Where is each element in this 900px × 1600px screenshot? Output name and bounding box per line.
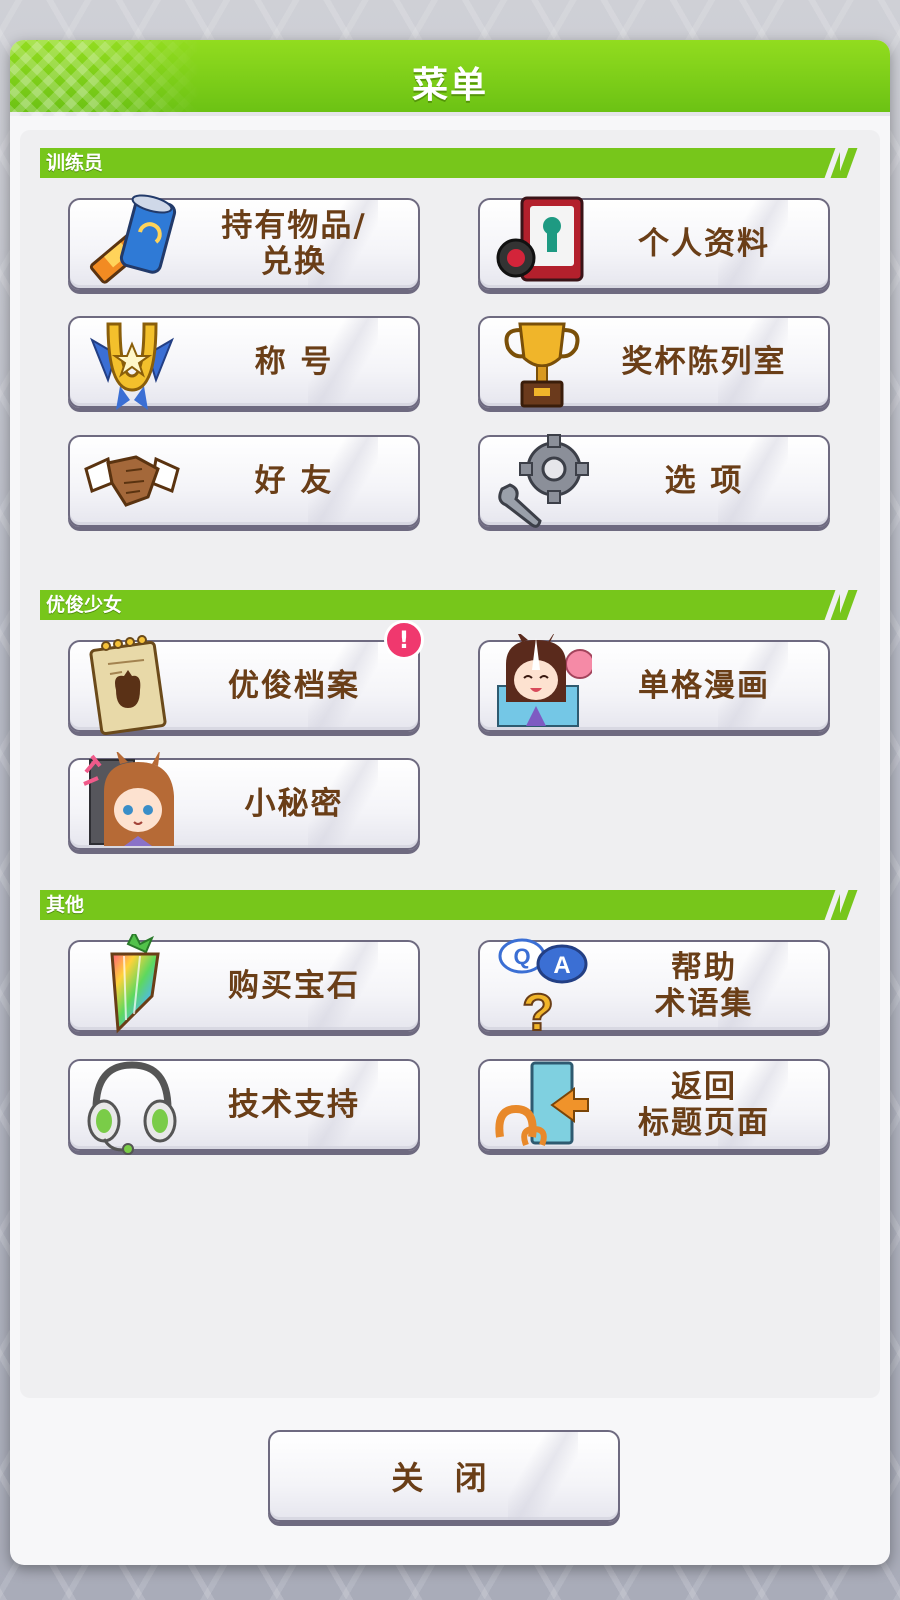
close-button[interactable]: 关 闭	[268, 1430, 620, 1522]
trophy-room-button[interactable]: 奖杯陈列室	[478, 316, 830, 408]
friends-button[interactable]: 好 友	[68, 435, 420, 527]
single-manga-label: 单格漫画	[638, 668, 770, 704]
close-label: 关 闭	[391, 1459, 497, 1497]
secrets-button[interactable]: 小秘密	[68, 752, 420, 850]
section-divider-slash	[837, 148, 858, 178]
section-header-umamusume: 优俊少女	[40, 590, 858, 620]
title-label: 称 号	[254, 344, 334, 380]
buy-gems-label: 购买宝石	[228, 968, 360, 1004]
items-exchange-label: 持有物品/ 兑换	[221, 208, 367, 280]
section-label-trainer: 训练员	[46, 152, 104, 174]
section-label-umamusume: 优俊少女	[46, 594, 123, 616]
single-manga-button[interactable]: 单格漫画	[478, 634, 830, 732]
profile-button[interactable]: 个人资料	[478, 196, 830, 290]
svg-text:Q: Q	[513, 944, 530, 969]
chibi-secret-icon	[83, 752, 174, 846]
gear-wrench-icon	[498, 434, 589, 528]
trophy-room-label: 奖杯陈列室	[621, 344, 787, 380]
friends-label: 好 友	[254, 463, 334, 499]
profile-label: 个人资料	[638, 226, 770, 262]
tech-support-label: 技术支持	[228, 1087, 360, 1123]
items-exchange-button[interactable]: 持有物品/ 兑换	[68, 194, 420, 290]
section-label-other: 其他	[46, 894, 85, 916]
tech-support-button[interactable]: 技术支持	[68, 1059, 420, 1155]
return-title-label: 返回 标题页面	[638, 1069, 770, 1141]
section-header-trainer: 训练员	[40, 148, 858, 178]
exit-door-icon	[495, 1061, 589, 1147]
help-glossary-label: 帮助 术语集	[654, 950, 754, 1022]
menu-dialog: 菜单 训练员 持有物品/ 兑换 个人资料 称 号 奖杯陈列室 好 友 选 项 优…	[10, 40, 890, 1565]
rainbow-gem-icon	[110, 934, 160, 1034]
svg-text:A: A	[553, 952, 570, 979]
svg-text:?: ?	[522, 984, 554, 1038]
qa-bubble-icon: Q A ?	[498, 938, 588, 1038]
trophy-icon	[504, 322, 580, 408]
return-title-button[interactable]: 返回 标题页面	[478, 1059, 830, 1151]
handshake-icon	[84, 455, 180, 507]
secrets-label: 小秘密	[244, 786, 344, 822]
notebook-icon	[89, 635, 167, 736]
dialog-titlebar: 菜单	[10, 40, 890, 116]
options-button[interactable]: 选 项	[478, 434, 830, 528]
help-glossary-button[interactable]: Q A ? 帮助 术语集	[478, 938, 830, 1038]
section-header-other: 其他	[40, 890, 858, 920]
section-divider-slash	[837, 590, 858, 620]
uma-archive-label: 优俊档案	[228, 668, 360, 704]
headset-icon	[87, 1061, 177, 1155]
section-divider-slash	[837, 890, 858, 920]
notification-badge: !	[384, 620, 424, 660]
snack-and-drink-can-icon	[89, 194, 177, 284]
trainer-card-icon	[496, 196, 584, 282]
horseshoe-medal-icon	[89, 322, 175, 410]
menu-panel: 训练员 持有物品/ 兑换 个人资料 称 号 奖杯陈列室 好 友 选 项 优俊少女…	[20, 130, 880, 1398]
buy-gems-button[interactable]: 购买宝石	[68, 934, 420, 1034]
options-label: 选 项	[664, 463, 744, 499]
dialog-title: 菜单	[411, 65, 488, 106]
chibi-manga-icon	[497, 634, 592, 727]
uma-archive-button[interactable]: 优俊档案 !	[68, 620, 424, 736]
title-button[interactable]: 称 号	[68, 316, 420, 410]
